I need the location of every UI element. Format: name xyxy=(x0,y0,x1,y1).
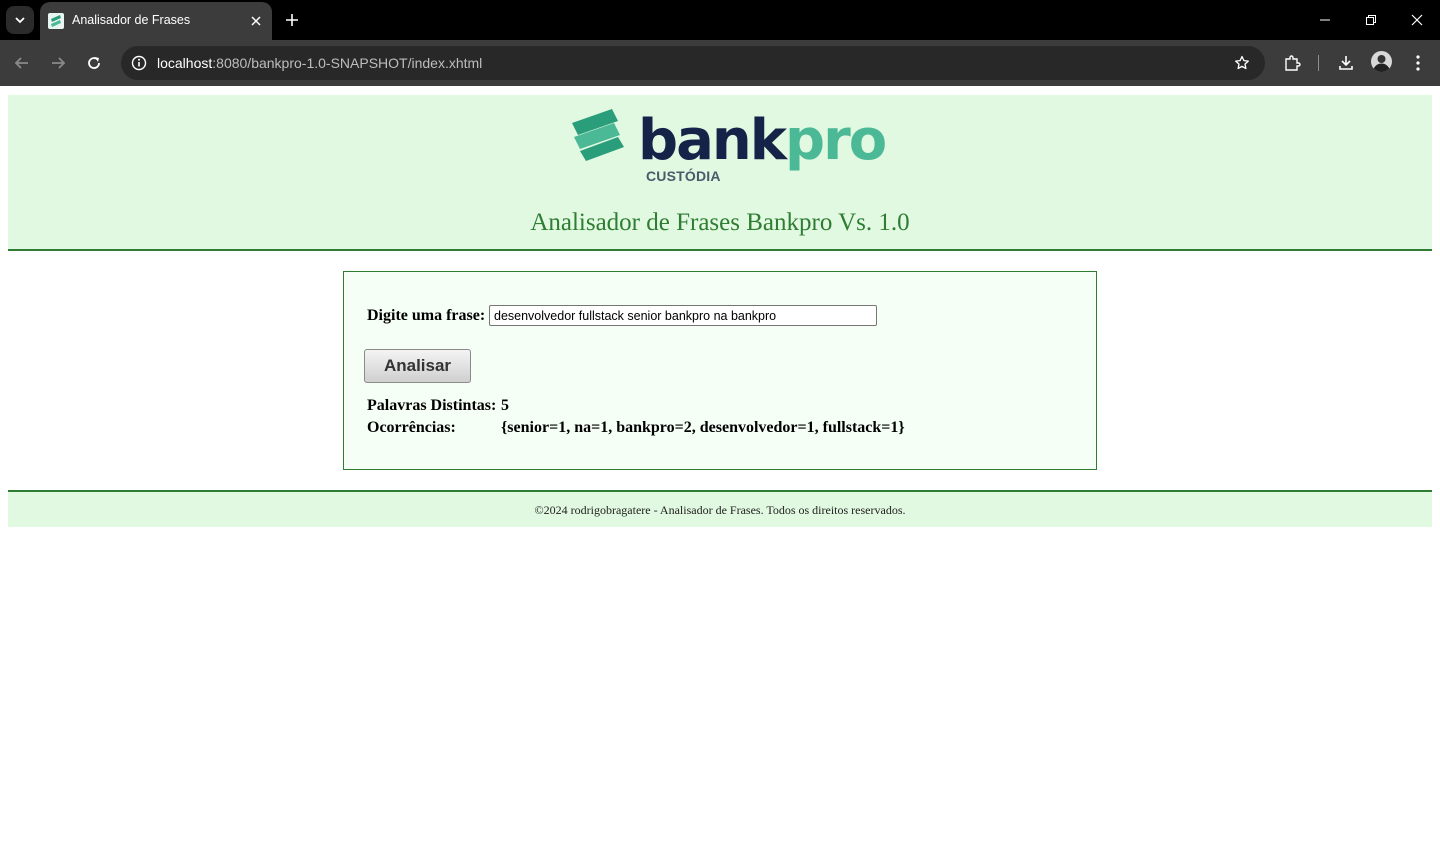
arrow-left-icon xyxy=(14,57,28,69)
profile-avatar[interactable] xyxy=(1371,51,1392,72)
logo-bank-text: bank xyxy=(638,108,787,173)
minimize-icon xyxy=(1320,19,1330,21)
analyzer-form-panel: Digite uma frase: Analisar Palavras Dist… xyxy=(343,271,1097,470)
url-path: :8080/bankpro-1.0-SNAPSHOT/index.xhtml xyxy=(212,55,483,71)
tab-title: Analisador de Frases xyxy=(72,13,191,27)
minimize-button[interactable] xyxy=(1313,8,1337,32)
occurrences-label: Ocorrências: xyxy=(367,419,456,436)
puzzle-icon xyxy=(1285,55,1301,71)
page-title: Analisador de Frases Bankpro Vs. 1.0 xyxy=(530,209,910,236)
menu-button[interactable] xyxy=(1406,51,1430,75)
arrow-right-icon xyxy=(52,57,66,69)
close-icon xyxy=(1411,14,1423,26)
occurrences-value: {senior=1, na=1, bankpro=2, desenvolvedo… xyxy=(501,419,905,436)
logo-subtitle: CUSTÓDIA xyxy=(646,168,721,184)
more-vertical-icon xyxy=(1416,55,1420,71)
close-icon xyxy=(251,16,261,26)
restore-button[interactable] xyxy=(1359,8,1383,32)
logo-pro-text: pro xyxy=(784,108,887,173)
close-window-button[interactable] xyxy=(1405,8,1429,32)
browser-toolbar: localhost:8080/bankpro-1.0-SNAPSHOT/inde… xyxy=(0,40,1440,86)
tab-close-button[interactable] xyxy=(248,13,264,29)
analyze-button[interactable]: Analisar xyxy=(364,349,471,383)
address-bar[interactable]: localhost:8080/bankpro-1.0-SNAPSHOT/inde… xyxy=(121,46,1265,80)
distinct-words-value: 5 xyxy=(501,397,509,414)
tab-active[interactable]: Analisador de Frases xyxy=(40,2,272,40)
logo-wordmark: bankpro xyxy=(638,108,887,173)
tab-search-button[interactable] xyxy=(6,6,34,34)
page-header: bankpro CUSTÓDIA Analisador de Frases Ba… xyxy=(8,95,1432,251)
reload-icon xyxy=(88,57,100,69)
copyright-text: ©2024 rodrigobragatere - Analisador de F… xyxy=(534,503,906,517)
phrase-input[interactable] xyxy=(489,305,877,326)
restore-icon xyxy=(1366,15,1376,25)
extensions-button[interactable] xyxy=(1280,51,1304,75)
reload-button[interactable] xyxy=(82,51,106,75)
bookmark-button[interactable] xyxy=(1231,52,1253,74)
star-icon xyxy=(1235,55,1249,70)
page-footer: ©2024 rodrigobragatere - Analisador de F… xyxy=(8,490,1432,527)
info-icon xyxy=(131,55,147,71)
plus-icon xyxy=(286,14,298,26)
toolbar-divider xyxy=(1318,55,1319,71)
chevron-down-icon xyxy=(15,17,25,24)
new-tab-button[interactable] xyxy=(282,10,302,30)
back-button[interactable] xyxy=(10,51,34,75)
downloads-button[interactable] xyxy=(1334,51,1358,75)
avatar-icon xyxy=(1373,55,1390,72)
forward-button[interactable] xyxy=(46,51,70,75)
phrase-label: Digite uma frase: xyxy=(367,307,486,324)
bankpro-logo-mark-icon xyxy=(572,109,624,161)
site-info-button[interactable] xyxy=(127,51,151,75)
url-text: localhost:8080/bankpro-1.0-SNAPSHOT/inde… xyxy=(157,55,482,71)
page-content: bankpro CUSTÓDIA Analisador de Frases Ba… xyxy=(0,86,1440,860)
url-host: localhost xyxy=(157,55,213,71)
distinct-words-label: Palavras Distintas: xyxy=(367,397,497,414)
browser-tab-bar: Analisador de Frases xyxy=(0,0,1440,40)
download-icon xyxy=(1339,56,1353,70)
bankpro-logo: bankpro CUSTÓDIA xyxy=(560,105,890,187)
bankpro-favicon-icon xyxy=(48,13,64,29)
